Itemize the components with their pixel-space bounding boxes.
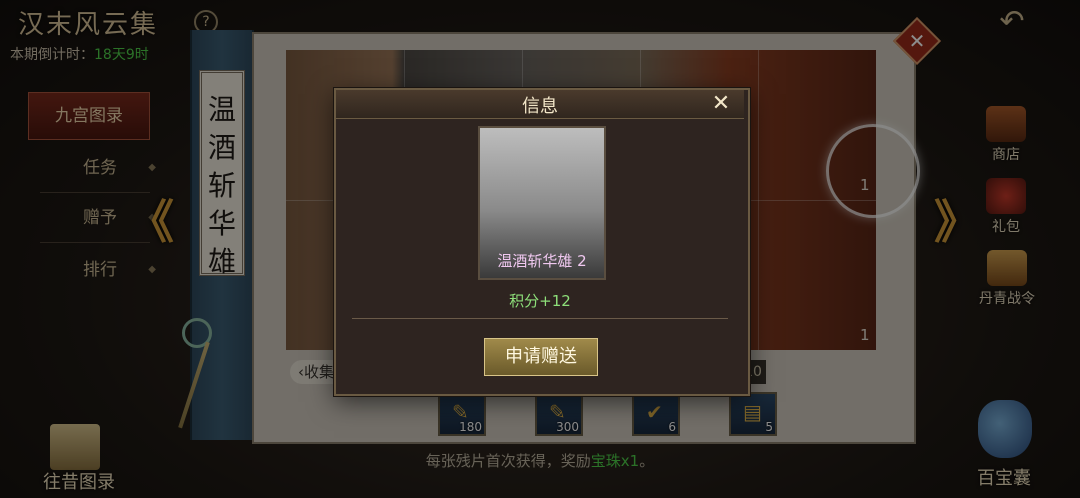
request-gift-button[interactable]: 申请赠送 xyxy=(484,338,598,376)
dialog-title: 信息 xyxy=(522,96,558,117)
fragment-name: 温酒斩华雄 2 xyxy=(497,252,587,270)
dialog-divider xyxy=(352,318,728,319)
dialog-close-icon[interactable]: ✕ xyxy=(706,90,736,118)
score-text: 积分+12 xyxy=(509,292,571,310)
